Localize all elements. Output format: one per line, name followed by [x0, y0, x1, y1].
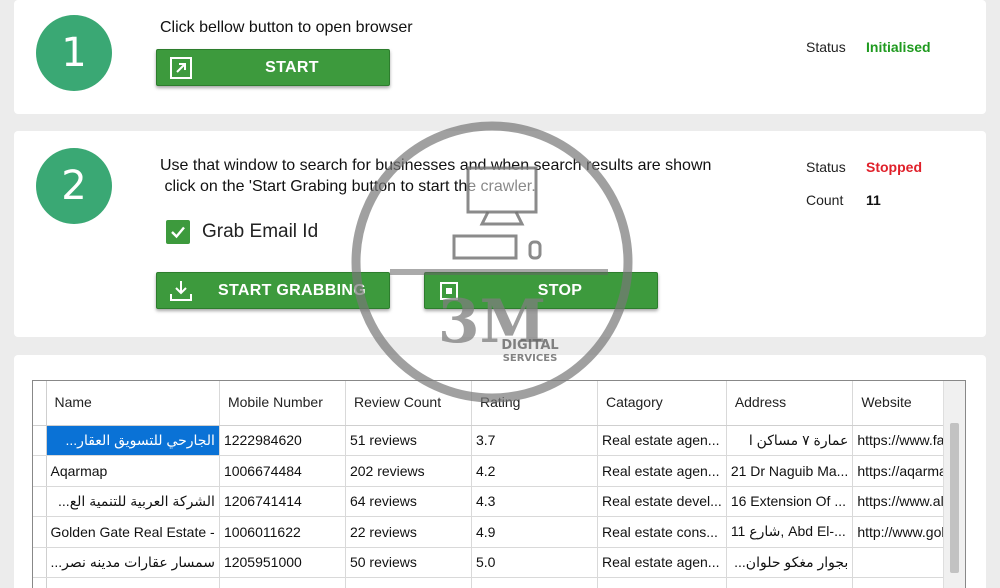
cell-rating[interactable]: 4.2: [471, 455, 598, 487]
step2-instruction-line1: Use that window to search for businesses…: [160, 157, 712, 174]
column-header-review-count[interactable]: Review Count: [345, 381, 472, 426]
stop-square-icon: [435, 277, 463, 305]
column-header-address[interactable]: Address: [726, 381, 854, 426]
cell-category[interactable]: [597, 577, 727, 588]
table-row[interactable]: [33, 577, 960, 588]
cell-name[interactable]: الجارحي للتسويق العقار...: [46, 425, 220, 456]
stop-button[interactable]: STOP: [424, 272, 658, 309]
cell-address[interactable]: 11 شارع, Abd El-...: [726, 516, 854, 548]
results-panel: Name Mobile Number Review Count Rating C…: [14, 355, 986, 588]
cell-name[interactable]: Golden Gate Real Estate -: [46, 516, 220, 548]
table-row[interactable]: سمسار عقارات مدينه نصر... 1205951000 50 …: [33, 547, 960, 578]
header-row: Name Mobile Number Review Count Rating C…: [33, 381, 960, 426]
open-external-icon: [167, 54, 195, 82]
cell-address[interactable]: 16 Extension Of ...: [726, 486, 854, 517]
cell-review-count[interactable]: 50 reviews: [345, 547, 472, 578]
cell-name[interactable]: سمسار عقارات مدينه نصر...: [46, 547, 220, 578]
cell-review-count[interactable]: 51 reviews: [345, 425, 472, 456]
count-value: 11: [866, 192, 881, 208]
cell-mobile[interactable]: 1205951000: [219, 547, 346, 578]
results-grid[interactable]: Name Mobile Number Review Count Rating C…: [32, 380, 966, 588]
cell-address[interactable]: [726, 577, 854, 588]
step2-status-value: Stopped: [866, 159, 922, 175]
step2-status-label: Status: [806, 159, 846, 175]
step1-status-label: Status: [806, 39, 846, 55]
cell-name[interactable]: [46, 577, 220, 588]
start-grabbing-label: START GRABBING: [218, 281, 366, 299]
cell-category[interactable]: Real estate agen...: [597, 455, 727, 487]
cell-review-count[interactable]: [345, 577, 472, 588]
results-table: Name Mobile Number Review Count Rating C…: [33, 381, 960, 588]
cell-mobile[interactable]: 1206741414: [219, 486, 346, 517]
cell-address[interactable]: 21 Dr Naguib Ma...: [726, 455, 854, 487]
cell-rating[interactable]: 4.9: [471, 516, 598, 548]
row-header[interactable]: [33, 516, 47, 548]
cell-rating[interactable]: [471, 577, 598, 588]
cell-mobile[interactable]: 1006674484: [219, 455, 346, 487]
cell-mobile[interactable]: [219, 577, 346, 588]
column-header-rating[interactable]: Rating: [471, 381, 598, 426]
step2-panel: 2 Use that window to search for business…: [14, 131, 986, 337]
scrollbar-thumb[interactable]: [950, 423, 959, 573]
cell-review-count[interactable]: 22 reviews: [345, 516, 472, 548]
cell-rating[interactable]: 3.7: [471, 425, 598, 456]
grab-email-checkbox[interactable]: Grab Email Id: [166, 220, 318, 244]
step1-instruction: Click bellow button to open browser: [160, 19, 413, 36]
start-grabbing-button[interactable]: START GRABBING: [156, 272, 390, 309]
row-header-corner: [33, 381, 47, 426]
cell-name[interactable]: Aqarmap: [46, 455, 220, 487]
cell-rating[interactable]: 5.0: [471, 547, 598, 578]
cell-address[interactable]: بجوار مغكو حلوان...: [726, 547, 854, 578]
cell-category[interactable]: Real estate devel...: [597, 486, 727, 517]
cell-name[interactable]: الشركة العربية للتنمية الع...: [46, 486, 220, 517]
stop-button-label: STOP: [537, 281, 583, 299]
column-header-mobile[interactable]: Mobile Number: [219, 381, 346, 426]
step1-status-value: Initialised: [866, 39, 931, 55]
start-button[interactable]: START: [156, 49, 390, 86]
watermark-line1: DIGITAL: [501, 338, 558, 353]
cell-review-count[interactable]: 202 reviews: [345, 455, 472, 487]
table-row[interactable]: Aqarmap 1006674484 202 reviews 4.2 Real …: [33, 455, 960, 487]
cell-address[interactable]: عمارة ٧ مساكن ا: [726, 425, 854, 456]
cell-review-count[interactable]: 64 reviews: [345, 486, 472, 517]
cell-category[interactable]: Real estate agen...: [597, 547, 727, 578]
start-button-label: START: [265, 58, 319, 76]
row-header[interactable]: [33, 486, 47, 517]
step1-number-badge: 1: [36, 15, 112, 91]
cell-mobile[interactable]: 1006011622: [219, 516, 346, 548]
table-row[interactable]: الشركة العربية للتنمية الع... 1206741414…: [33, 486, 960, 517]
table-row[interactable]: الجارحي للتسويق العقار... 1222984620 51 …: [33, 425, 960, 456]
cell-category[interactable]: Real estate agen...: [597, 425, 727, 456]
checkmark-icon: [166, 220, 190, 244]
download-tray-icon: [167, 277, 195, 305]
step2-number-badge: 2: [36, 148, 112, 224]
cell-mobile[interactable]: 1222984620: [219, 425, 346, 456]
step1-panel: 1 Click bellow button to open browser ST…: [14, 0, 986, 114]
cell-rating[interactable]: 4.3: [471, 486, 598, 517]
count-label: Count: [806, 192, 844, 208]
row-header[interactable]: [33, 425, 47, 456]
row-header[interactable]: [33, 577, 47, 588]
vertical-scrollbar[interactable]: [943, 381, 965, 588]
column-header-name[interactable]: Name: [46, 381, 220, 426]
cell-category[interactable]: Real estate cons...: [597, 516, 727, 548]
row-header[interactable]: [33, 547, 47, 578]
step2-instruction-line2: click on the 'Start Grabing button to st…: [160, 178, 536, 195]
column-header-category[interactable]: Catagory: [597, 381, 727, 426]
table-row[interactable]: Golden Gate Real Estate - 1006011622 22 …: [33, 516, 960, 548]
row-header[interactable]: [33, 455, 47, 487]
grab-email-label: Grab Email Id: [202, 221, 319, 242]
